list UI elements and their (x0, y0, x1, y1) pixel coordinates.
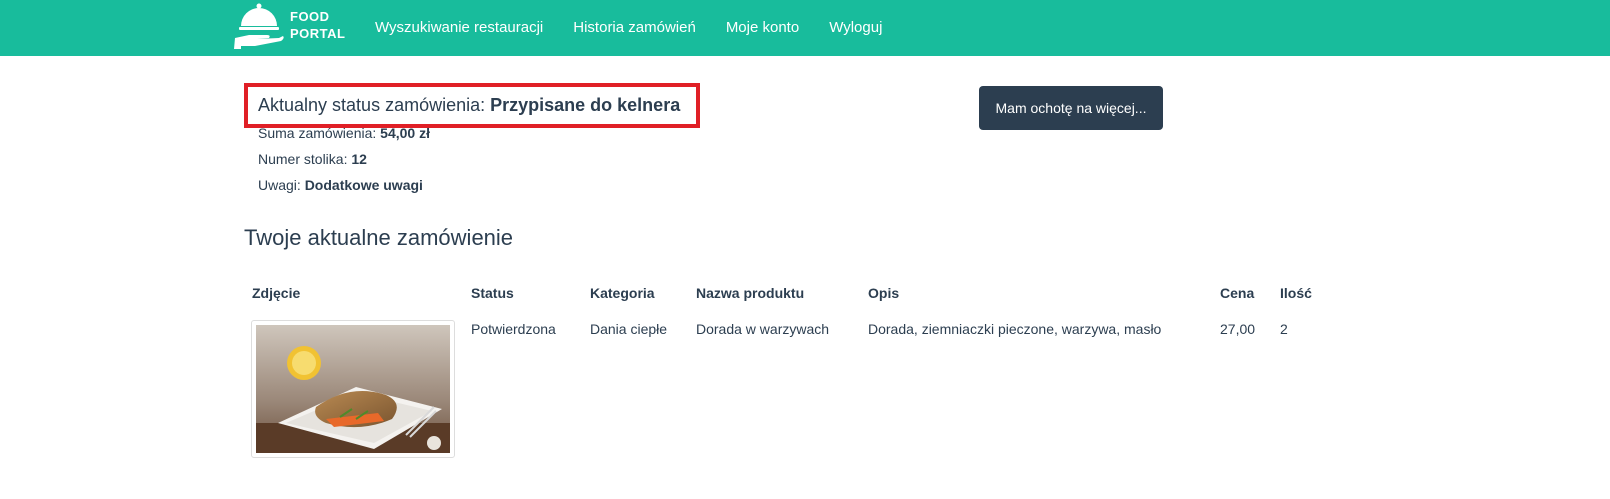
nav-logout[interactable]: Wyloguj (829, 0, 882, 56)
order-notes-value: Dodatkowe uwagi (304, 177, 423, 193)
brand-line-2: PORTAL (290, 26, 346, 41)
fish-dish-photo (256, 325, 450, 453)
current-order-title: Twoje aktualne zamówienie (244, 225, 514, 250)
order-sum: Suma zamówienia: 54,00 zł (258, 125, 430, 141)
product-image (251, 320, 455, 458)
row-product-name: Dorada w warzywach (696, 321, 830, 337)
header-photo: Zdjęcie (252, 285, 301, 301)
order-status-value: Przypisane do kelnera (490, 95, 681, 115)
row-price: 27,00 (1220, 321, 1256, 337)
order-notes-label: Uwagi: (258, 177, 305, 193)
brand-logo[interactable]: FOOD PORTAL (233, 2, 345, 52)
header-quantity: Ilość (1280, 285, 1312, 301)
row-status: Potwierdzona (471, 321, 556, 337)
header-category: Kategoria (590, 285, 655, 301)
order-more-button[interactable]: Mam ochotę na więcej... (979, 86, 1163, 130)
row-quantity: 2 (1280, 321, 1288, 337)
table-number: Numer stolika: 12 (258, 151, 367, 167)
order-sum-label: Suma zamówienia: (258, 125, 381, 141)
nav-menu: Wyszukiwanie restauracji Historia zamówi… (375, 0, 912, 56)
brand-line-1: FOOD (290, 9, 330, 24)
order-sum-value: 54,00 zł (380, 125, 430, 141)
nav-restaurant-search[interactable]: Wyszukiwanie restauracji (375, 0, 543, 56)
header-product-name: Nazwa produktu (696, 285, 805, 301)
table-number-value: 12 (351, 151, 367, 167)
header-status: Status (471, 285, 514, 301)
table-number-label: Numer stolika: (258, 151, 352, 167)
order-status-label: Aktualny status zamówienia: (258, 95, 491, 115)
top-navbar: FOOD PORTAL Wyszukiwanie restauracji His… (0, 0, 1610, 56)
header-price: Cena (1220, 285, 1255, 301)
row-description: Dorada, ziemniaczki pieczone, warzywa, m… (868, 321, 1162, 337)
nav-my-account[interactable]: Moje konto (726, 0, 799, 56)
brand-name: FOOD PORTAL (290, 8, 345, 42)
order-status: Aktualny status zamówienia: Przypisane d… (258, 95, 680, 116)
order-notes: Uwagi: Dodatkowe uwagi (258, 177, 423, 193)
cloche-tray-icon (234, 3, 284, 49)
row-category: Dania ciepłe (590, 321, 668, 337)
header-description: Opis (868, 285, 900, 301)
nav-order-history[interactable]: Historia zamówień (573, 0, 696, 56)
